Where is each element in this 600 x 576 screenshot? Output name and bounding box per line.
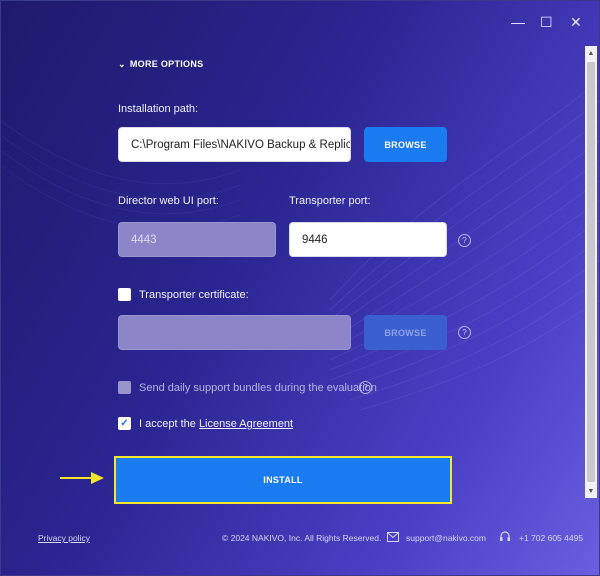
install-button[interactable]: INSTALL [114,456,452,504]
certificate-browse-button[interactable]: BROWSE [364,315,447,350]
scroll-down-arrow-icon[interactable]: ▼ [585,484,597,498]
transporter-certificate-input[interactable] [118,315,351,350]
copyright-text: © 2024 NAKIVO, Inc. All Rights Reserved. [222,533,382,543]
license-prefix: I accept the [139,418,199,430]
browse-button[interactable]: BROWSE [364,127,447,162]
privacy-policy-link[interactable]: Privacy policy [38,533,90,543]
support-phone: +1 702 605 4495 [519,533,584,543]
support-bundles-checkbox[interactable] [118,381,131,394]
scrollbar[interactable]: ▲ ▼ [585,46,597,498]
director-port-input[interactable]: 4443 [118,222,276,257]
more-options-toggle[interactable]: ⌄ MORE OPTIONS [118,59,203,70]
support-bundles-label: Send daily support bundles during the ev… [139,382,377,394]
help-icon[interactable]: ? [359,381,372,394]
headset-icon [500,531,510,541]
transporter-certificate-label: Transporter certificate: [139,289,249,301]
maximize-button[interactable]: ☐ [540,14,553,31]
installation-path-input[interactable]: C:\Program Files\NAKIVO Backup & Replica… [118,127,351,162]
more-options-label: MORE OPTIONS [129,59,204,69]
close-button[interactable]: ✕ [570,14,582,31]
transporter-port-input[interactable]: 9446 [289,222,447,257]
director-port-label: Director web UI port: [118,195,219,207]
license-agreement-link[interactable]: License Agreement [199,418,293,430]
installation-path-label: Installation path: [118,103,199,115]
mail-icon [387,532,399,542]
scroll-up-arrow-icon[interactable]: ▲ [585,46,597,60]
scrollbar-thumb[interactable] [587,62,595,482]
help-icon[interactable]: ? [458,326,471,339]
transporter-port-label: Transporter port: [289,195,371,207]
support-email[interactable]: support@nakivo.com [406,533,486,543]
help-icon[interactable]: ? [458,234,471,247]
license-checkbox[interactable]: ✓ [118,417,131,430]
arrow-icon [60,472,104,484]
transporter-certificate-checkbox[interactable] [118,288,131,301]
chevron-down-icon: ⌄ [118,59,126,69]
license-text: I accept the License Agreement [139,418,293,430]
minimize-button[interactable]: — [511,14,525,30]
